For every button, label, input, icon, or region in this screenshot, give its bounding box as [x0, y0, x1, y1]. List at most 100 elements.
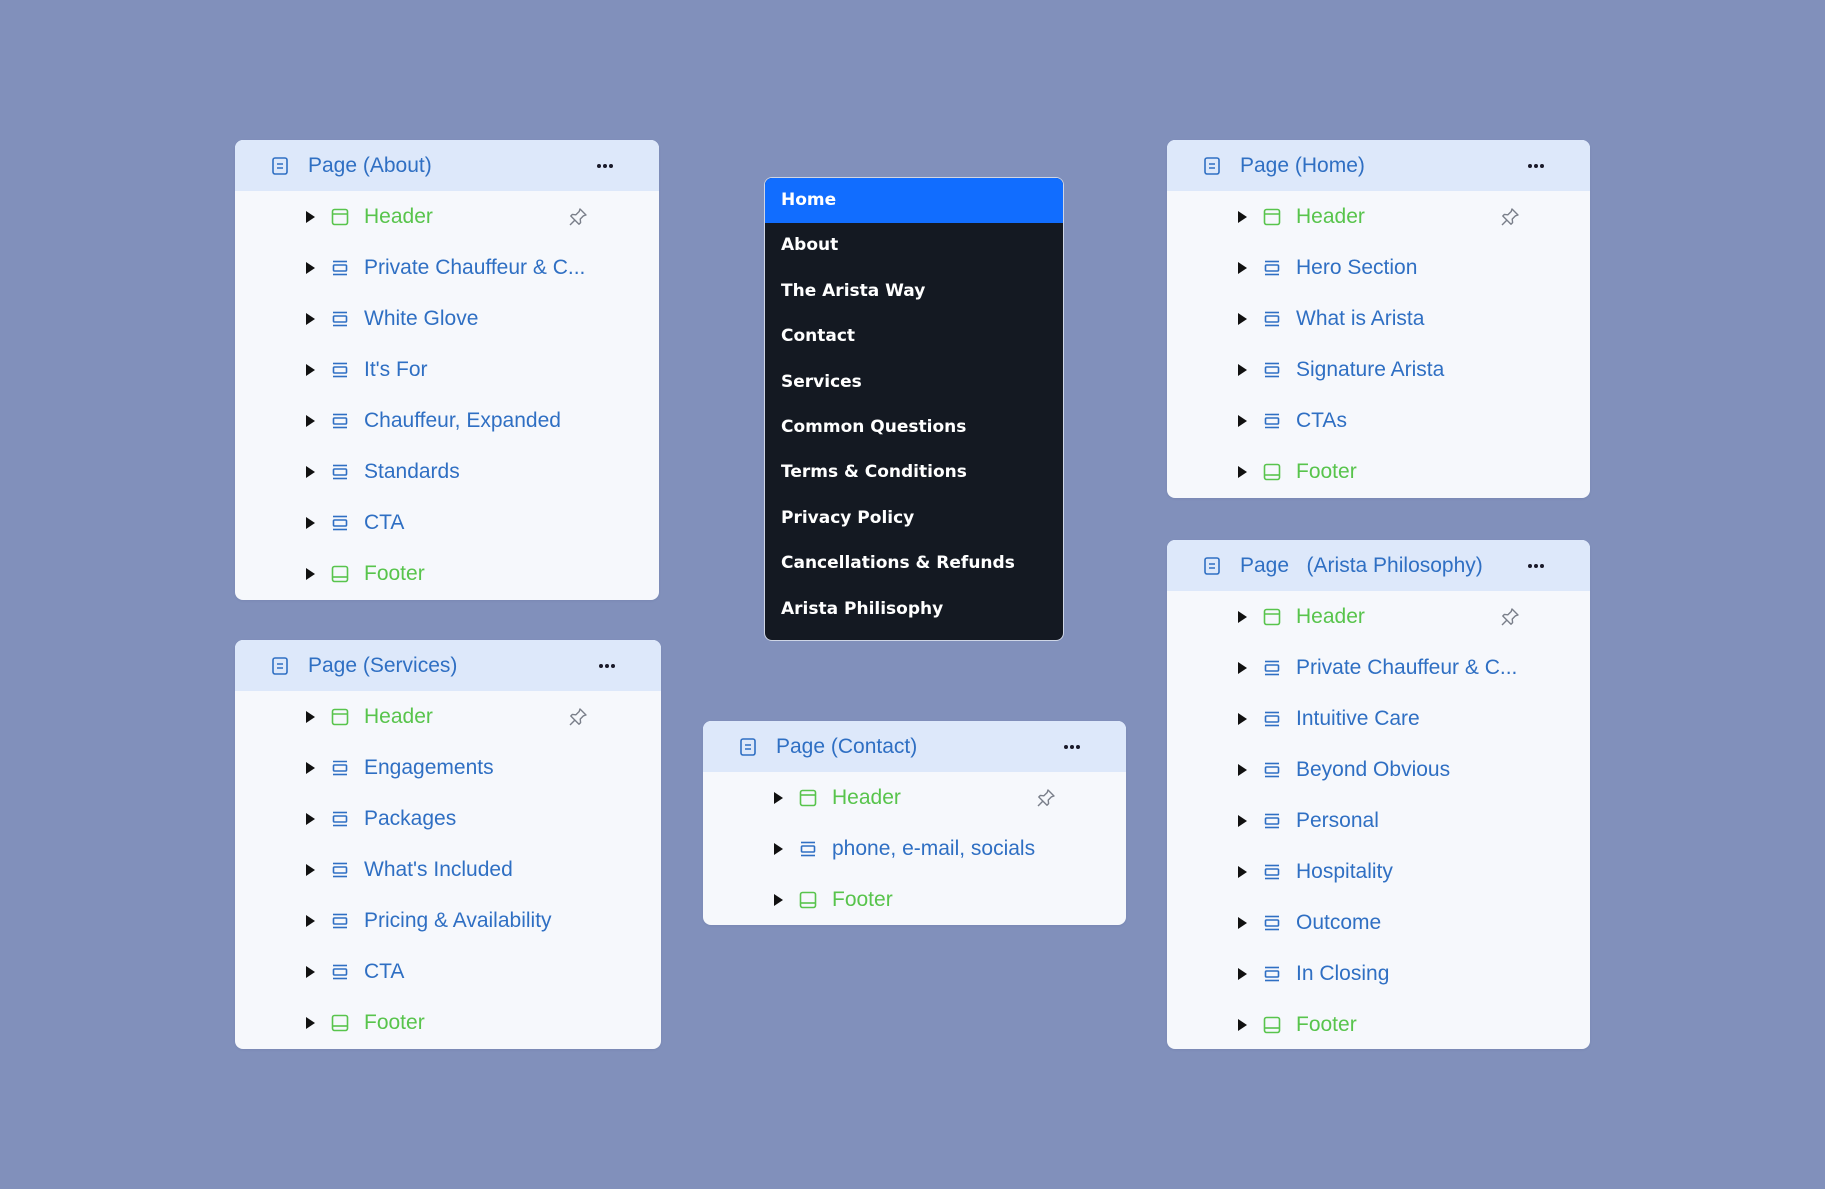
menu-item-cancellations-refunds[interactable]: Cancellations & Refunds: [765, 541, 1063, 586]
section-icon: [331, 412, 349, 430]
menu-item-privacy-policy[interactable]: Privacy Policy: [765, 496, 1063, 541]
layer-row-section[interactable]: Engagements: [235, 742, 661, 793]
layer-row-section[interactable]: In Closing: [1167, 948, 1590, 999]
expand-caret-icon[interactable]: [306, 415, 315, 427]
panel-header[interactable]: Page (Arista Philosophy): [1167, 540, 1590, 591]
menu-item-about[interactable]: About: [765, 223, 1063, 268]
expand-caret-icon[interactable]: [1238, 968, 1247, 980]
expand-caret-icon[interactable]: [1238, 466, 1247, 478]
expand-caret-icon[interactable]: [1238, 764, 1247, 776]
expand-caret-icon[interactable]: [1238, 415, 1247, 427]
expand-caret-icon[interactable]: [306, 1017, 315, 1029]
layer-label: CTAs: [1296, 409, 1347, 432]
menu-item-the-arista-way[interactable]: The Arista Way: [765, 269, 1063, 314]
layer-row-header[interactable]: Header: [1167, 191, 1590, 242]
menu-item-common-questions[interactable]: Common Questions: [765, 405, 1063, 450]
layer-row-section[interactable]: Private Chauffeur & C...: [235, 242, 659, 293]
layer-row-section[interactable]: Private Chauffeur & C...: [1167, 642, 1590, 693]
layer-label: phone, e-mail, socials: [832, 837, 1036, 860]
panel-header[interactable]: Page (Contact): [703, 721, 1126, 772]
pin-icon[interactable]: [567, 206, 589, 228]
layer-row-footer[interactable]: Footer: [1167, 446, 1590, 497]
expand-caret-icon[interactable]: [306, 864, 315, 876]
layer-row-section[interactable]: CTAs: [1167, 395, 1590, 446]
layer-row-section[interactable]: CTA: [235, 946, 661, 997]
layer-row-section[interactable]: Outcome: [1167, 897, 1590, 948]
layer-row-section[interactable]: What's Included: [235, 844, 661, 895]
layer-row-section[interactable]: phone, e-mail, socials: [703, 823, 1126, 874]
layer-row-section[interactable]: White Glove: [235, 293, 659, 344]
expand-caret-icon[interactable]: [1238, 262, 1247, 274]
expand-caret-icon[interactable]: [306, 762, 315, 774]
layer-row-section[interactable]: Signature Arista: [1167, 344, 1590, 395]
expand-caret-icon[interactable]: [1238, 866, 1247, 878]
layer-row-section[interactable]: Beyond Obvious: [1167, 744, 1590, 795]
expand-caret-icon[interactable]: [1238, 211, 1247, 223]
layer-row-section[interactable]: Pricing & Availability: [235, 895, 661, 946]
expand-caret-icon[interactable]: [1238, 313, 1247, 325]
layer-label: Beyond Obvious: [1296, 758, 1451, 781]
expand-caret-icon[interactable]: [306, 262, 315, 274]
header-section-icon: [799, 789, 817, 807]
expand-caret-icon[interactable]: [306, 466, 315, 478]
layer-row-footer[interactable]: Footer: [1167, 999, 1590, 1049]
expand-caret-icon[interactable]: [1238, 815, 1247, 827]
expand-caret-icon[interactable]: [774, 843, 783, 855]
expand-caret-icon[interactable]: [306, 313, 315, 325]
layer-row-section[interactable]: Hospitality: [1167, 846, 1590, 897]
panel-header[interactable]: Page (Home): [1167, 140, 1590, 191]
layer-row-section[interactable]: Hero Section: [1167, 242, 1590, 293]
expand-caret-icon[interactable]: [306, 915, 315, 927]
expand-caret-icon[interactable]: [306, 813, 315, 825]
layer-row-section[interactable]: Intuitive Care: [1167, 693, 1590, 744]
pin-icon[interactable]: [1499, 206, 1521, 228]
layer-label: Header: [364, 205, 433, 228]
pin-icon[interactable]: [1035, 787, 1057, 809]
layer-row-section[interactable]: What is Arista: [1167, 293, 1590, 344]
panel-header[interactable]: Page (About): [235, 140, 659, 191]
layer-row-footer[interactable]: Footer: [703, 874, 1126, 925]
layer-row-header[interactable]: Header: [235, 691, 661, 742]
layer-row-section[interactable]: It's For: [235, 344, 659, 395]
expand-caret-icon[interactable]: [1238, 364, 1247, 376]
expand-caret-icon[interactable]: [1238, 662, 1247, 674]
more-options-icon[interactable]: [593, 652, 621, 680]
expand-caret-icon[interactable]: [306, 211, 315, 223]
expand-caret-icon[interactable]: [1238, 1019, 1247, 1031]
layer-row-section[interactable]: Chauffeur, Expanded: [235, 395, 659, 446]
more-options-icon[interactable]: [1058, 733, 1086, 761]
layer-label: Footer: [832, 888, 893, 911]
layer-row-header[interactable]: Header: [1167, 591, 1590, 642]
layer-row-header[interactable]: Header: [703, 772, 1126, 823]
pin-icon[interactable]: [1499, 606, 1521, 628]
section-icon: [331, 963, 349, 981]
expand-caret-icon[interactable]: [1238, 611, 1247, 623]
layer-row-footer[interactable]: Footer: [235, 997, 661, 1048]
expand-caret-icon[interactable]: [774, 792, 783, 804]
menu-item-services[interactable]: Services: [765, 360, 1063, 405]
layer-row-section[interactable]: Packages: [235, 793, 661, 844]
pin-icon[interactable]: [567, 706, 589, 728]
expand-caret-icon[interactable]: [306, 364, 315, 376]
menu-item-home[interactable]: Home: [765, 178, 1063, 224]
expand-caret-icon[interactable]: [306, 517, 315, 529]
layer-row-section[interactable]: Standards: [235, 446, 659, 497]
expand-caret-icon[interactable]: [306, 966, 315, 978]
expand-caret-icon[interactable]: [1238, 713, 1247, 725]
expand-caret-icon[interactable]: [306, 568, 315, 580]
more-options-icon[interactable]: [1522, 552, 1550, 580]
layer-row-header[interactable]: Header: [235, 191, 659, 242]
menu-item-contact[interactable]: Contact: [765, 314, 1063, 359]
more-options-icon[interactable]: [591, 152, 619, 180]
expand-caret-icon[interactable]: [774, 894, 783, 906]
section-icon: [1263, 659, 1281, 677]
layer-row-section[interactable]: Personal: [1167, 795, 1590, 846]
expand-caret-icon[interactable]: [306, 711, 315, 723]
layer-row-footer[interactable]: Footer: [235, 548, 659, 599]
panel-header[interactable]: Page (Services): [235, 640, 661, 691]
expand-caret-icon[interactable]: [1238, 917, 1247, 929]
more-options-icon[interactable]: [1522, 152, 1550, 180]
layer-row-section[interactable]: CTA: [235, 497, 659, 548]
menu-item-arista-philisophy[interactable]: Arista Philisophy: [765, 587, 1063, 632]
menu-item-terms-conditions[interactable]: Terms & Conditions: [765, 450, 1063, 495]
